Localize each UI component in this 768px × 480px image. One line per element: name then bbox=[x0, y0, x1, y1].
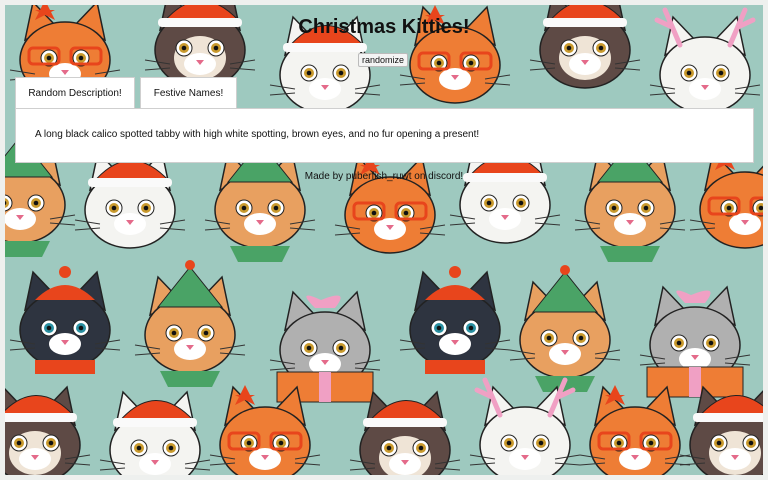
cat-illustration bbox=[679, 385, 763, 475]
cat-illustration bbox=[509, 265, 621, 392]
cat-illustration bbox=[349, 390, 461, 475]
description-panel: A long black calico spotted tabby with h… bbox=[15, 108, 754, 163]
page-title: Christmas Kitties! bbox=[298, 16, 470, 38]
cat-illustration bbox=[579, 385, 691, 475]
cat-illustration bbox=[399, 266, 511, 374]
cat-illustration bbox=[5, 385, 91, 475]
footer-credit: Made by puberfish_ruwt on discord! bbox=[304, 171, 464, 182]
cat-illustration bbox=[269, 290, 381, 403]
background-frame bbox=[5, 5, 763, 475]
cat-illustration bbox=[9, 266, 121, 374]
randomize-button[interactable]: randomize bbox=[358, 53, 409, 67]
tab-festive-names[interactable]: Festive Names! bbox=[140, 77, 237, 109]
christmas-cats-pattern bbox=[5, 5, 763, 475]
cat-illustration bbox=[334, 155, 446, 254]
cat-illustration bbox=[469, 377, 581, 475]
cat-illustration bbox=[74, 150, 186, 249]
cat-illustration bbox=[639, 285, 751, 398]
tab-random-description[interactable]: Random Description! bbox=[15, 77, 135, 110]
cat-illustration bbox=[134, 260, 246, 387]
cat-description: A long black calico spotted tabby with h… bbox=[35, 129, 480, 140]
cat-illustration bbox=[689, 150, 763, 249]
cat-illustration bbox=[99, 390, 211, 475]
